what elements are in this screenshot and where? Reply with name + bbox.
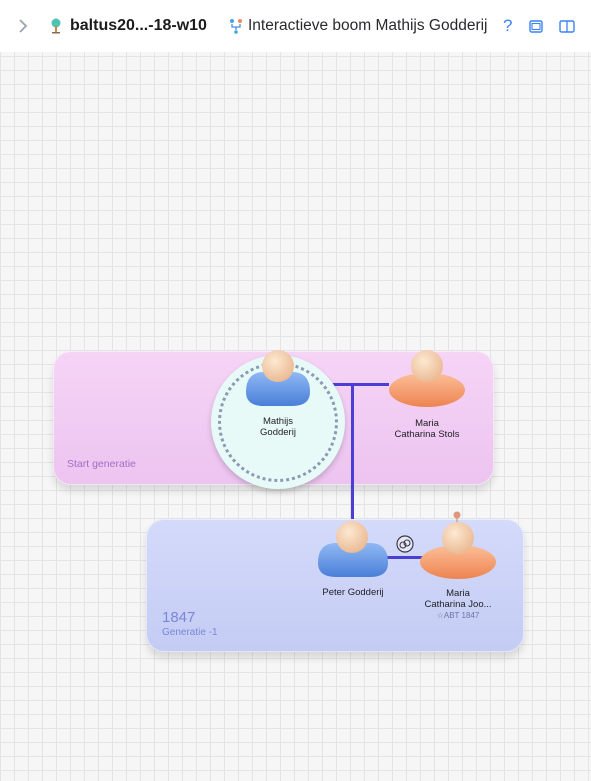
person-name-line1: Peter Godderij [322,587,384,598]
tree-title[interactable]: baltus20...-18-w10 [70,14,207,38]
descent-connector [351,383,354,519]
female-avatar-icon [420,511,496,579]
person-maria-catharina-stols[interactable] [387,348,467,408]
person-name-line1: Maria [415,418,439,429]
generation-year: 1847 [162,609,196,626]
chevron-right-icon[interactable] [18,14,28,38]
person-mathijs-godderij[interactable] [242,348,314,408]
person-peter-godderij[interactable] [314,519,392,579]
female-avatar-icon [389,350,465,407]
view-title: Interactieve boom Mathijs Godderij [248,17,488,34]
person-maria-catharina-joo[interactable] [418,510,498,580]
family-tree-icon [228,14,244,38]
person-name-line1: Maria [446,588,470,599]
tree-icon [49,14,63,38]
marriage-connector [331,383,389,386]
generation-label: Generatie -1 [162,627,218,638]
help-icon[interactable]: ? [503,14,512,38]
window-icon[interactable] [529,14,543,38]
person-name-line2: Catharina Joo... [424,599,492,610]
male-avatar-icon [318,521,388,577]
person-birth-date: ☆ABT 1847 [436,611,480,620]
toolbar: baltus20...-18-w10 Interactieve boom Mat… [0,0,591,52]
sidebar-icon[interactable] [559,14,575,38]
male-avatar-icon [246,350,310,406]
marriage-rings-icon[interactable] [396,535,414,553]
person-name-line2: Godderij [260,427,296,438]
start-generation-label: Start generatie [67,458,136,470]
person-name-line1: Mathijs [262,416,294,427]
person-name-line2: Catharina Stols [394,429,460,440]
